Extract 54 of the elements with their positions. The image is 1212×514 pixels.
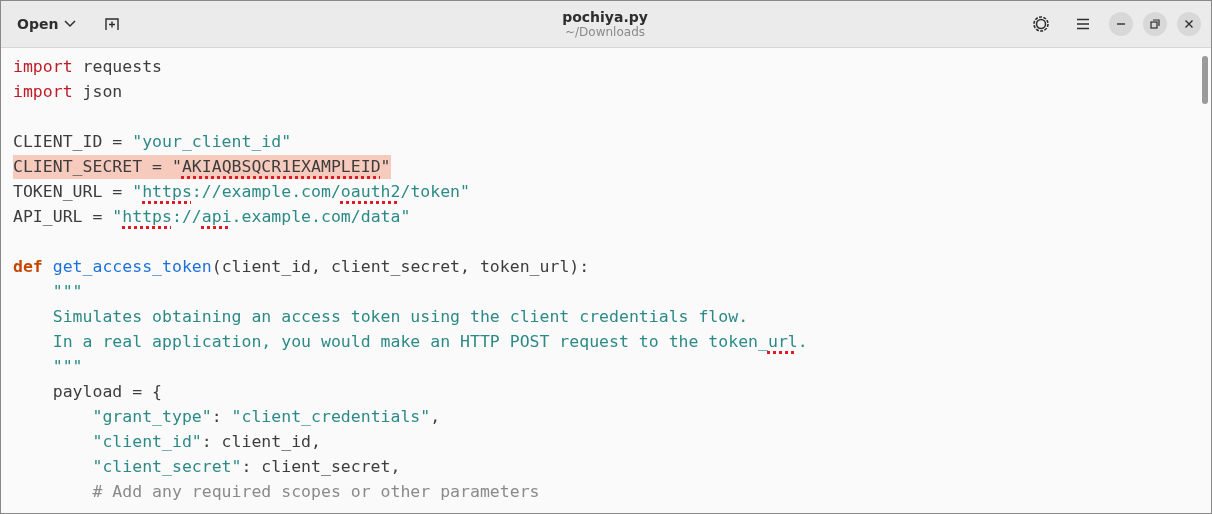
code-text: :// [171,207,202,226]
restore-icon [1150,19,1160,29]
chevron-down-icon [64,20,77,28]
restore-button[interactable] [1143,12,1167,36]
code-text: , [430,407,441,426]
code-text: """ [51,357,83,376]
code-text: : client_secret, [241,457,401,476]
misspelled-word: url [768,332,798,351]
code-text: "client_secret" [91,457,242,476]
code-text: payload = { [51,382,162,401]
misspelled-word: oauth2 [340,182,401,201]
close-icon [1184,19,1194,29]
code-text: .example.com/data" [231,207,411,226]
code-text: "client_id" [91,432,202,451]
code-text: CLIENT_ID = [13,132,124,151]
code-text: import [13,57,73,76]
code-text: "your_client_id" [132,132,292,151]
code-text: API_URL = [13,207,104,226]
code-text: def [13,257,44,276]
menu-icon [1076,18,1090,30]
code-text: import [13,82,73,101]
minimize-button[interactable] [1109,12,1133,36]
code-text: ://example.com/ [191,182,341,201]
misspelled-word: https [142,182,192,201]
misspelled-word: api [201,207,232,226]
code-text: . [797,332,808,351]
code-text: """ [51,282,83,301]
code-text: : client_id, [201,432,321,451]
code-text: " [380,157,391,176]
code-text: TOKEN_URL = [13,182,124,201]
code-text: get_access_token [52,257,212,276]
code-text: (client_id, client_secret, token_url): [211,257,590,276]
code-text: " [112,207,123,226]
code-text: requests [81,57,162,76]
open-button[interactable]: Open [9,10,85,38]
code-text: "client_credentials" [231,407,431,426]
code-text: json [81,82,123,101]
scrollbar-thumb[interactable] [1202,56,1208,104]
code-text: : [211,407,223,426]
close-button[interactable] [1177,12,1201,36]
code-text: /token" [400,182,470,201]
code-text: # Add any required scopes or other parameters [91,482,540,501]
window-title: pochiya.py [562,9,648,25]
new-tab-icon [104,16,121,32]
minimize-icon [1116,23,1126,25]
misspelled-word: https [122,207,172,226]
file-path: ~/Downloads [565,25,645,39]
code-text: Simulates obtaining an access token using the client credentials flow. [51,307,749,326]
code-text: " [132,182,143,201]
code-text: "grant_type" [91,407,212,426]
code-text: In a real application, you would make an HTTP POST request to the token_ [51,332,768,351]
code-text: CLIENT_SECRET = " [13,157,182,176]
settings-icon [1032,15,1050,33]
misspelled-word: AKIAQBSQCR1EXAMPLEID [181,157,381,176]
